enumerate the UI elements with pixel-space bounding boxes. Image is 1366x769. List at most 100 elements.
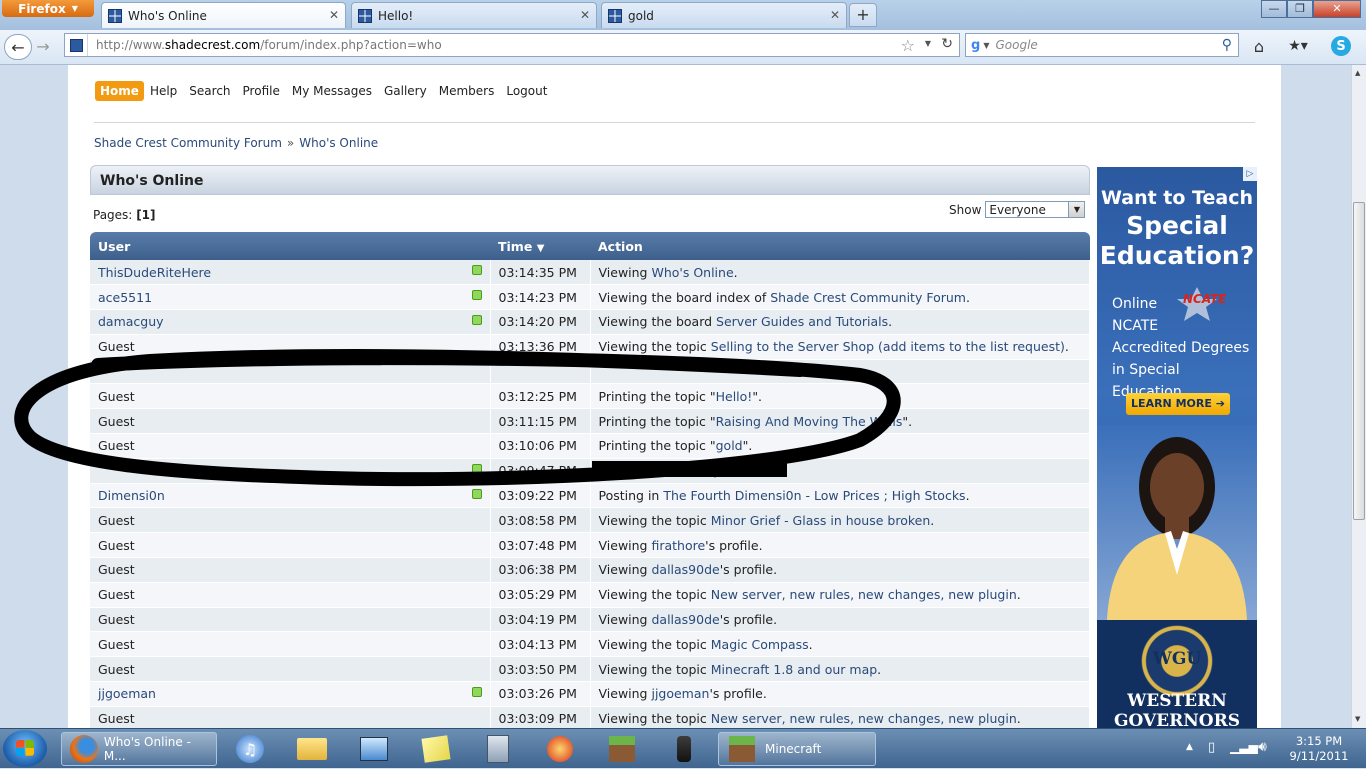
firefox-menu-button[interactable]: Firefox ▼	[2, 0, 94, 17]
back-button[interactable]: ←	[4, 34, 32, 60]
ccleaner-icon[interactable]	[545, 734, 575, 764]
bookmark-star-icon[interactable]: ☆	[901, 36, 915, 55]
action-link[interactable]: dallas90de	[651, 612, 719, 627]
bookmarks-star-icon: ★▾	[1288, 38, 1308, 54]
microphone-app-icon[interactable]	[669, 734, 699, 764]
action-link[interactable]: Hello!	[716, 389, 753, 404]
action-link[interactable]: firathore	[651, 538, 705, 553]
control-panel-icon[interactable]	[359, 734, 389, 764]
url-text[interactable]: http://www.shadecrest.com/forum/index.ph…	[96, 38, 442, 52]
close-icon[interactable]: ✕	[830, 8, 840, 22]
column-header-action[interactable]: Action	[590, 232, 1090, 260]
calculator-icon[interactable]	[483, 734, 513, 764]
action-link[interactable]: Selling to the Server Shop (add items to…	[711, 339, 1065, 354]
chevron-down-icon[interactable]: ▼	[983, 41, 989, 50]
tab-whos-online[interactable]: Who's Online ✕	[101, 2, 346, 28]
column-header-time[interactable]: Time ▼	[490, 232, 590, 260]
maximize-button[interactable]: ❐	[1287, 0, 1313, 18]
breadcrumb-forum-link[interactable]: Shade Crest Community Forum	[94, 136, 282, 150]
start-button[interactable]	[3, 730, 47, 767]
search-icon[interactable]: ⚲	[1222, 37, 1232, 53]
user-name[interactable]: ace5511	[98, 290, 152, 305]
device-icon[interactable]: ▯	[1208, 740, 1215, 755]
chevron-down-icon[interactable]: ▼	[925, 39, 931, 48]
menu-help[interactable]: Help	[144, 81, 183, 101]
forum-favicon-icon	[69, 38, 83, 52]
pagination: Pages: [1]	[93, 208, 156, 222]
user-name[interactable]: jjgoeman	[98, 686, 156, 701]
pages-value[interactable]: [1]	[136, 208, 155, 222]
menu-search[interactable]: Search	[183, 81, 236, 101]
home-button[interactable]: ⌂	[1246, 34, 1272, 58]
tab-gold[interactable]: gold ✕	[601, 2, 847, 28]
ad-brand-name: WESTERN GOVERNORS	[1097, 691, 1257, 728]
action-link[interactable]: New server, new rules, new changes, new …	[711, 587, 1017, 602]
menu-profile[interactable]: Profile	[237, 81, 286, 101]
minimize-button[interactable]: —	[1261, 0, 1287, 18]
url-bar[interactable]: http://www.shadecrest.com/forum/index.ph…	[64, 33, 960, 57]
advertisement[interactable]: ▷ Want to Teach Special Education? NCATE…	[1097, 167, 1257, 728]
explorer-folder-icon[interactable]	[297, 734, 327, 764]
learn-more-button[interactable]: LEARN MORE ➔	[1126, 393, 1230, 415]
user-name[interactable]: ThisDudeRiteHere	[98, 265, 211, 280]
show-select[interactable]: Everyone ▼	[985, 201, 1086, 218]
new-tab-button[interactable]: +	[849, 3, 877, 27]
action-link[interactable]: The Fourth Dimensi0n - Low Prices ; High…	[663, 488, 965, 503]
user-cell: Guest	[90, 507, 491, 534]
sticky-notes-icon[interactable]	[421, 734, 451, 764]
show-hidden-icons-icon[interactable]: ▲	[1186, 742, 1193, 752]
taskbar-clock[interactable]: 3:15 PM 9/11/2011	[1280, 734, 1358, 764]
menu-members[interactable]: Members	[433, 81, 501, 101]
tab-hello[interactable]: Hello! ✕	[351, 2, 597, 28]
user-name[interactable]: Dimensi0n	[98, 488, 165, 503]
action-text: Posting in	[598, 488, 664, 504]
scrollbar-thumb[interactable]	[1353, 202, 1365, 520]
action-link[interactable]: gold	[716, 438, 743, 453]
skype-button[interactable]: S	[1326, 34, 1356, 58]
action-link[interactable]: Magic Compass	[711, 637, 809, 652]
user-name[interactable]: damacguy	[98, 314, 164, 329]
action-link[interactable]: Minor Grief - Glass in house broken	[711, 513, 931, 528]
taskbar-minecraft-task[interactable]: Minecraft	[718, 732, 876, 766]
network-signal-icon[interactable]: ▁▃▅	[1230, 740, 1258, 754]
menu-logout[interactable]: Logout	[500, 81, 553, 101]
reload-icon[interactable]: ↻	[941, 36, 953, 52]
action-link[interactable]: Server Guides and Tutorials	[716, 314, 888, 329]
ad-headline-2: Special	[1126, 211, 1228, 240]
scroll-up-icon[interactable]: ▲	[1355, 69, 1360, 77]
adchoices-icon[interactable]: ▷	[1243, 167, 1257, 181]
scroll-down-icon[interactable]: ▼	[1355, 715, 1360, 723]
table-row: Guest 03:04:19 PM Viewing dallas90de's pro…	[90, 607, 1090, 633]
user-name: Guest	[98, 512, 135, 528]
close-icon[interactable]: ✕	[580, 8, 590, 22]
action-link[interactable]: Who's Online	[651, 265, 733, 280]
action-text: 's profile.	[719, 612, 778, 628]
action-link[interactable]: jjgoeman	[651, 686, 709, 701]
forward-button[interactable]: →	[32, 34, 54, 58]
action-link[interactable]: dallas90de	[651, 562, 719, 577]
chevron-down-icon[interactable]: ▼	[1068, 202, 1085, 217]
menu-my-messages[interactable]: My Messages	[286, 81, 378, 101]
menu-gallery[interactable]: Gallery	[378, 81, 433, 101]
action-link[interactable]: Minecraft 1.8 and our map	[711, 662, 877, 677]
column-header-user[interactable]: User	[90, 232, 490, 260]
menu-home[interactable]: Home	[95, 81, 144, 101]
time-cell: 03:04:13 PM	[490, 631, 591, 658]
time-cell: 03:09:47 PM	[490, 458, 591, 484]
volume-icon[interactable]: 🔊︎	[1258, 739, 1267, 755]
site-identity-button[interactable]	[65, 34, 88, 56]
search-bar[interactable]: g ▼ Google ⚲	[965, 33, 1239, 57]
action-link[interactable]: Raising And Moving The Walls	[716, 414, 903, 429]
breadcrumb-current-link[interactable]: Who's Online	[299, 136, 378, 150]
bookmarks-button[interactable]: ★▾	[1282, 34, 1314, 58]
close-icon[interactable]: ✕	[329, 8, 339, 22]
minecraft-launcher-icon[interactable]	[607, 734, 637, 764]
taskbar-firefox-task[interactable]: Who's Online - M...	[61, 732, 217, 766]
close-window-button[interactable]: ✕	[1313, 0, 1361, 18]
windows-logo-icon	[16, 740, 34, 756]
action-link[interactable]: Shade Crest Community Forum	[770, 290, 966, 305]
google-icon[interactable]: g	[971, 38, 980, 53]
itunes-icon[interactable]: ♫	[235, 734, 265, 764]
page-scrollbar[interactable]: ▲ ▼	[1351, 65, 1366, 728]
action-link[interactable]: New server, new rules, new changes, new …	[711, 711, 1017, 726]
